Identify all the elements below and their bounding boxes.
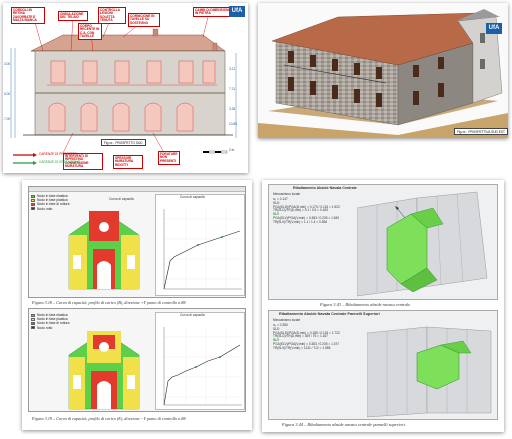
dimension-label: 10.85 (229, 122, 237, 126)
mechanism-title: Ribaltamento Abside Navata Centrale Pann… (279, 312, 380, 316)
callout-label-5: CORPO RECENTE IN C.A. CON TAVELLE (78, 23, 102, 41)
pushover-window-top[interactable]: Curva di capacità Nodo in fase elastica … (28, 186, 246, 298)
figure-caption: Figura 3.18 – Curva di capacità, profilo… (32, 300, 187, 305)
capacity-curve-chart (163, 209, 242, 290)
figure-caption: Figura 3.19 – Curva di capacità, profilo… (32, 416, 187, 421)
legend-swatch (31, 317, 35, 321)
dimension-label: 3.21 (229, 67, 236, 71)
ufa-logo: UfA (229, 6, 245, 17)
callout-label-2: ONDULAZIONE DEL TELAIO (58, 11, 88, 22)
dimension-label: 7.00 (4, 117, 11, 121)
results-panel: α₀ = 0.147 SLD PGA(SLD)/PGA(D,min) = 0.1… (273, 197, 340, 225)
dimension-label: 3.28 (229, 107, 236, 111)
elevation-drawing (10, 12, 237, 165)
capacity-curve-chart (163, 327, 242, 406)
window-title: Curva di capacità (109, 197, 134, 201)
legend-swatch (31, 194, 35, 198)
mechanism-3d-model (367, 326, 492, 418)
result-line: TR(SLV)/TR(V,min) = 1131 / 712 = 1.558 (273, 345, 331, 350)
ufa-logo: UfA (486, 23, 502, 34)
figure-caption: Figura 3.44 – Ribaltamento abside navata… (282, 422, 406, 427)
callout-label-4: CORNICIONE IN TAVELLE SU SOSTEGNO (128, 13, 160, 27)
legend-swatch (31, 326, 35, 330)
figure-tag: Fig.xx - PROSPETTO SUD (101, 139, 146, 146)
callout-label-3: CONTROLLA LESIONI SOLETTA TENUTA (98, 7, 126, 25)
chart-panel: Curva di capacità (155, 312, 245, 410)
mechanism-3d-model (357, 191, 488, 297)
window-titlebar: Curva di capacità (29, 187, 245, 201)
results-panel: α₀ = 0.350 SLD PGA(SLD)/PGA(D,min) = 0.1… (273, 323, 340, 351)
figure-caption: Figura 3.43 – Ribaltamento abside navata… (320, 302, 412, 307)
legend-swatch (31, 313, 35, 317)
callout-label-1: CORDOLI IN RETINA ZAVORRATE E MALTA BIAN… (11, 7, 45, 25)
dimension-label: 3.00 (4, 62, 11, 66)
mechanism-window-bottom[interactable]: Ribaltamento Abside Navata Centrale Pann… (268, 310, 498, 420)
legend-swatch (31, 207, 35, 211)
pushover-analysis-card[interactable]: Curva di capacità Nodo in fase elastica … (22, 180, 252, 430)
church-facade-model (68, 210, 140, 290)
mechanism-window-top[interactable]: Ribaltamento Abside Navata Centrale Mecc… (268, 184, 498, 300)
dimension-label: 7.21 (229, 87, 236, 91)
result-line: TR(SLV)/TR(V,min) = 1.1 / 1.4 = 0.836 (273, 219, 328, 224)
note-box-2: SPESSORI MURATURA RIDOTTI (113, 155, 143, 169)
legend-design-deficiencies: CARENZE DI PROGETTO (39, 152, 78, 156)
legend-swatch (31, 322, 35, 325)
document-collage: CORDOLI IN RETINA ZAVORRATE E MALTA BIAN… (0, 0, 512, 439)
building-render (258, 9, 508, 138)
legend-swatch (31, 203, 35, 206)
figure-tag: Fig.xx - PROSPETTIVA SUD EST (454, 128, 508, 135)
church-facade-model (68, 330, 140, 410)
callout-label-6: CAMBI DI DIMENSIONI IN PIETRA (193, 7, 233, 18)
legend-label: Nodo rotto (37, 206, 53, 211)
callout-label-7: FORATURE NON PRESENTI (158, 151, 180, 165)
legend-label: Nodo rotto (37, 325, 53, 330)
mechanism-title: Ribaltamento Abside Navata Centrale (293, 186, 357, 190)
legend-execution-deficiencies: CARENZE DI ESECUZIONE (39, 160, 80, 164)
dimension-label: 5.00 (4, 92, 11, 96)
elevation-drawing-card[interactable]: CORDOLI IN RETINA ZAVORRATE E MALTA BIAN… (3, 3, 248, 173)
render-3d-card[interactable]: UfA Fig.xx - PROSPETTIVA SUD EST (258, 3, 508, 138)
scale-label: 2 m (229, 148, 235, 152)
chart-panel: Curva di capacità (155, 194, 245, 296)
legend-swatch (31, 198, 35, 202)
local-mechanism-card[interactable]: Ribaltamento Abside Navata Centrale Mecc… (262, 180, 504, 432)
pushover-window-bottom[interactable]: Nodo in fase elastica Nodo in fase plast… (28, 308, 246, 412)
